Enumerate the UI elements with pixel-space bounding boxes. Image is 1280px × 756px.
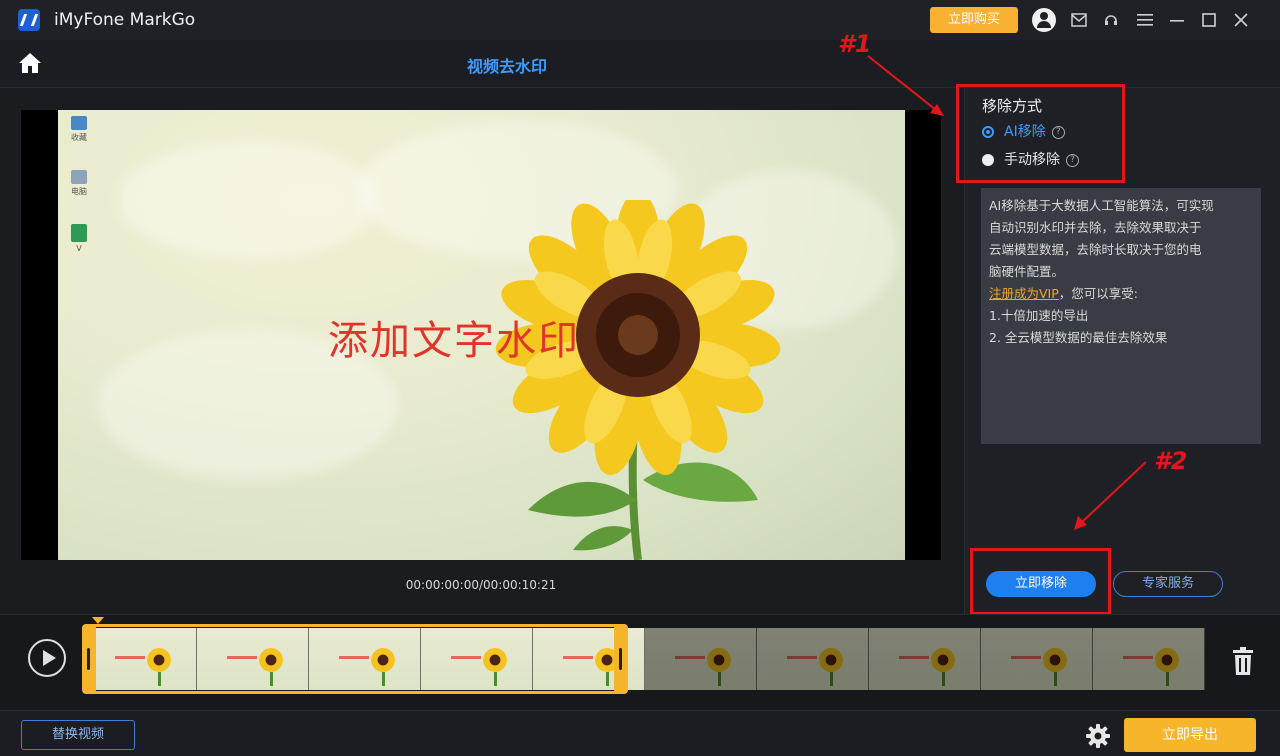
replace-video-button[interactable]: 替换视频 [21, 720, 135, 750]
app-window: iMyFone MarkGo 立即购买 视频去水印 收藏 电脑 V 添加文字水印… [0, 0, 1280, 756]
play-icon[interactable] [28, 639, 66, 677]
trim-handle-end[interactable] [614, 624, 628, 694]
timeline-selection[interactable] [84, 624, 628, 694]
gear-icon[interactable] [1086, 724, 1110, 748]
timeline-frame [1093, 628, 1205, 690]
timeline-frame [869, 628, 981, 690]
playhead-icon[interactable] [92, 617, 104, 624]
timeline-frame [757, 628, 869, 690]
timeline-frame [645, 628, 757, 690]
export-button[interactable]: 立即导出 [1124, 718, 1256, 752]
trash-icon[interactable] [1231, 646, 1255, 676]
trim-handle-start[interactable] [82, 624, 96, 694]
timeline-frame [981, 628, 1093, 690]
